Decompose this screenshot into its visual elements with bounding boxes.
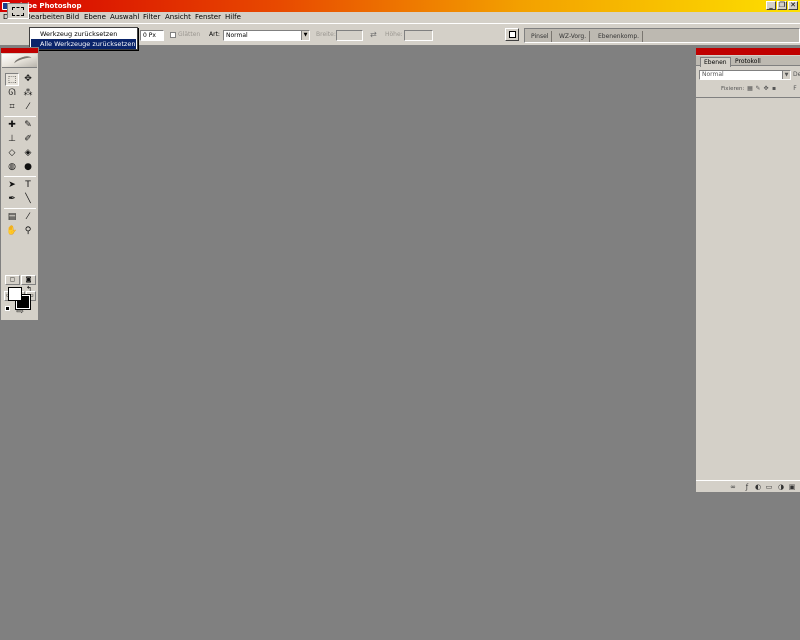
- title-bar: Adobe Photoshop _ ❐ ✕: [0, 0, 800, 12]
- lock-label: Fixieren:: [721, 86, 745, 92]
- feather-input[interactable]: 0 Px: [140, 30, 164, 41]
- close-button[interactable]: ✕: [788, 1, 798, 10]
- eraser-tool-icon[interactable]: ◇: [5, 147, 19, 160]
- toolbox-separator: [4, 208, 36, 209]
- layers-palette-header[interactable]: [696, 48, 800, 55]
- opacity-label: De: [793, 71, 800, 78]
- hand-tool-icon[interactable]: ✋: [5, 225, 19, 238]
- well-tab-pinsel[interactable]: Pinsel: [528, 31, 553, 42]
- height-label: Höhe:: [385, 31, 403, 38]
- new-layer-icon[interactable]: ▣: [788, 483, 796, 491]
- tab-protokoll[interactable]: Protokoll: [732, 57, 764, 67]
- style-select-value: Normal: [226, 32, 248, 39]
- blend-mode-value: Normal: [702, 71, 724, 78]
- fill-label: F: [793, 85, 797, 92]
- rectangular-marquee-icon: [12, 7, 24, 16]
- quick-mask-mode-icon[interactable]: ◙: [21, 275, 36, 285]
- standard-mode-icon[interactable]: ▢: [5, 275, 20, 285]
- zoom-tool-icon[interactable]: ⚲: [21, 225, 35, 238]
- path-selection-tool-icon[interactable]: ➤: [5, 179, 19, 192]
- well-tab-ebenenkomp[interactable]: Ebenenkomp.: [595, 31, 644, 42]
- dodge-tool-icon[interactable]: ●: [21, 161, 35, 174]
- menu-bearbeiten[interactable]: Bearbeiten: [26, 12, 64, 23]
- link-layers-icon[interactable]: ∞: [729, 483, 737, 491]
- style-label: Art:: [209, 31, 220, 38]
- tool-preset-menu: Werkzeug zurücksetzen Alle Werkzeuge zur…: [29, 27, 138, 50]
- crop-tool-icon[interactable]: ⌗: [5, 101, 19, 114]
- clone-stamp-tool-icon[interactable]: ⊥: [5, 133, 19, 146]
- adjustment-layer-icon[interactable]: ◑: [777, 483, 785, 491]
- photoshop-feather-logo[interactable]: [2, 54, 37, 68]
- toolbox-separator: [4, 116, 36, 117]
- width-input: [336, 30, 363, 41]
- foreground-color-swatch[interactable]: [8, 287, 22, 301]
- well-tab-wz-vorgaben[interactable]: WZ-Vorg.: [556, 31, 591, 42]
- eyedropper-tool-icon[interactable]: ⁄: [21, 211, 35, 224]
- menu-ebene[interactable]: Ebene: [84, 12, 106, 23]
- width-label: Breite:: [316, 31, 336, 38]
- magic-wand-tool-icon[interactable]: ⁂: [21, 87, 35, 100]
- layers-list[interactable]: [696, 97, 800, 479]
- menu-ansicht[interactable]: Ansicht: [165, 12, 191, 23]
- paint-bucket-tool-icon[interactable]: ◈: [21, 147, 35, 160]
- menu-bild[interactable]: Bild: [66, 12, 79, 23]
- tool-preset-picker[interactable]: [7, 3, 29, 19]
- history-brush-tool-icon[interactable]: ✐: [21, 133, 35, 146]
- layer-style-icon[interactable]: ƒ: [743, 483, 751, 491]
- lock-image-icon[interactable]: ✎: [755, 85, 761, 92]
- lock-row: Fixieren: ▦ ✎ ✥ ▪ F: [696, 84, 800, 94]
- menu-bar: Datei Bearbeiten Bild Ebene Auswahl Filt…: [0, 12, 800, 23]
- lock-position-icon[interactable]: ✥: [763, 85, 769, 92]
- layers-footer: ∞ ƒ ◐ ▭ ◑ ▣: [696, 480, 800, 492]
- antialias-checkbox[interactable]: [170, 32, 176, 38]
- menu-item-reset-tool[interactable]: Werkzeug zurücksetzen: [31, 29, 136, 39]
- restore-button[interactable]: ❐: [777, 1, 787, 10]
- lock-transparency-icon[interactable]: ▦: [747, 85, 753, 92]
- lock-all-icon[interactable]: ▪: [771, 85, 777, 92]
- line-tool-icon[interactable]: ╲: [21, 193, 35, 206]
- blur-tool-icon[interactable]: ◍: [5, 161, 19, 174]
- antialias-label: Glätten: [178, 31, 201, 38]
- swap-width-height-icon: ⇄: [370, 30, 377, 39]
- chevron-down-icon: ▼: [301, 31, 309, 40]
- menu-fenster[interactable]: Fenster: [195, 12, 221, 23]
- height-input: [404, 30, 433, 41]
- slice-tool-icon[interactable]: ⁄: [21, 101, 35, 114]
- pen-tool-icon[interactable]: ✒: [5, 193, 19, 206]
- toolbox: ⬚ ✥ ᘏ ⁂ ⌗ ⁄ ✚ ✎ ⊥ ✐ ◇ ◈ ◍ ● ➤ T ✒ ╲ ▤ ⁄ …: [0, 47, 39, 321]
- menu-hilfe[interactable]: Hilfe: [225, 12, 241, 23]
- chevron-down-icon: ▼: [782, 71, 790, 79]
- notes-tool-icon[interactable]: ▤: [5, 211, 19, 224]
- style-select[interactable]: Normal ▼: [223, 30, 310, 41]
- toolbox-header[interactable]: [1, 48, 38, 53]
- lasso-tool-icon[interactable]: ᘏ: [5, 87, 19, 100]
- menu-auswahl[interactable]: Auswahl: [110, 12, 139, 23]
- file-browser-icon: [509, 31, 516, 38]
- blend-mode-select[interactable]: Normal ▼: [699, 70, 791, 80]
- tab-ebenen[interactable]: Ebenen: [700, 57, 731, 67]
- marquee-tool-icon[interactable]: ⬚: [5, 73, 19, 86]
- brush-tool-icon[interactable]: ✎: [21, 119, 35, 132]
- menu-item-reset-all-tools[interactable]: Alle Werkzeuge zurücksetzen: [31, 39, 136, 49]
- menu-filter[interactable]: Filter: [143, 12, 160, 23]
- layer-mask-icon[interactable]: ◐: [754, 483, 762, 491]
- type-tool-icon[interactable]: T: [21, 179, 35, 192]
- window-controls: _ ❐ ✕: [766, 1, 798, 10]
- healing-brush-tool-icon[interactable]: ✚: [5, 119, 19, 132]
- new-group-icon[interactable]: ▭: [765, 483, 773, 491]
- file-browser-button[interactable]: [505, 28, 519, 41]
- layers-palette: Ebenen Protokoll Normal ▼ De Fixieren: ▦…: [695, 47, 800, 492]
- toolbox-separator: [4, 176, 36, 177]
- minimize-button[interactable]: _: [766, 1, 776, 10]
- move-tool-icon[interactable]: ✥: [21, 73, 35, 86]
